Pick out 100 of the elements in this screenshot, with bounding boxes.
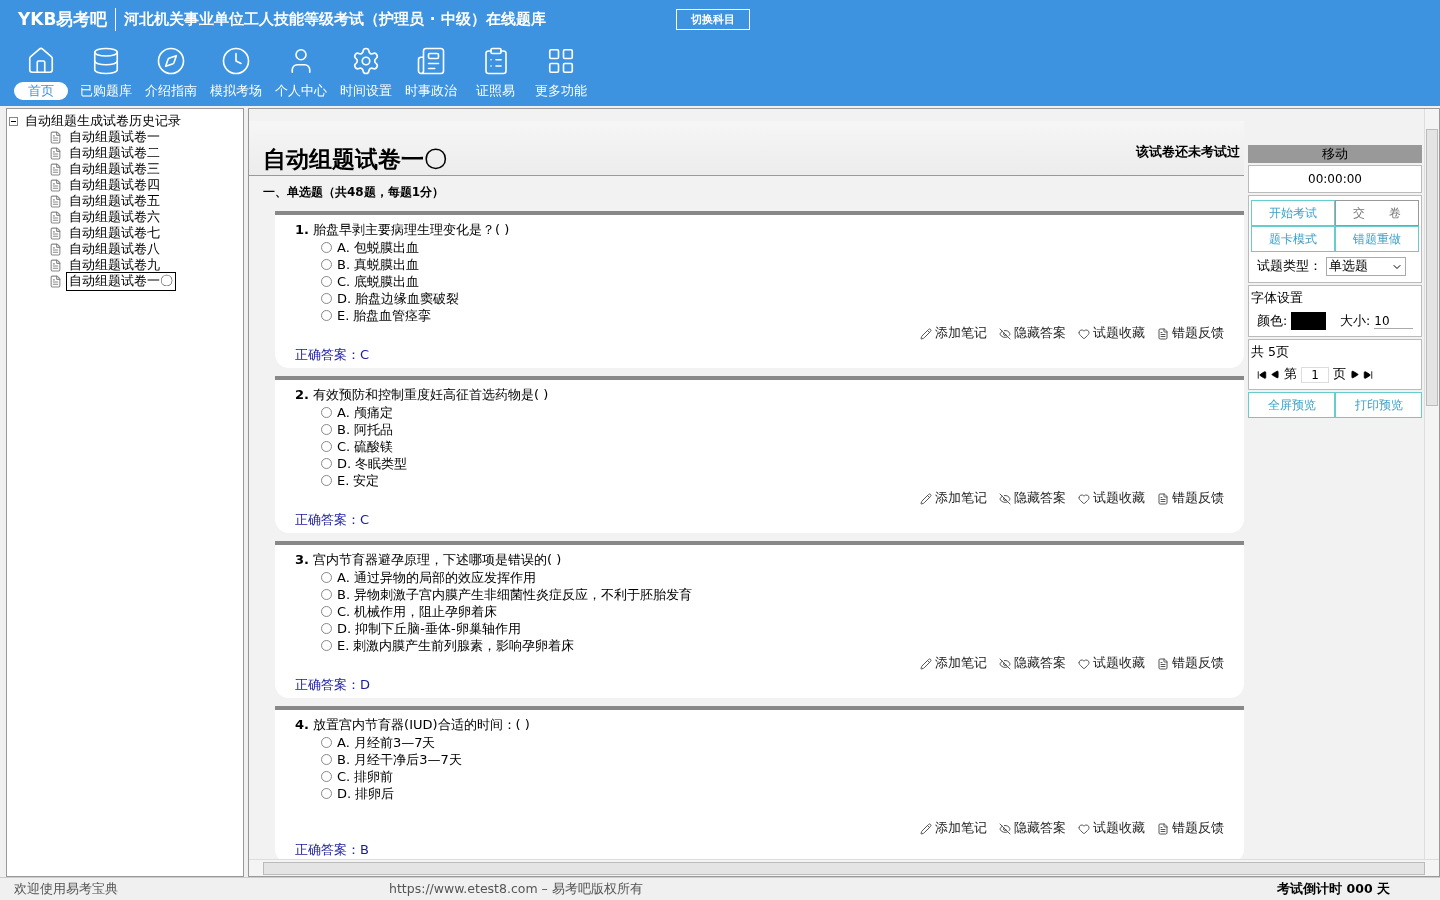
question-text: 3. 宫内节育器避孕原理，下述哪项是错误的( ) [295, 552, 562, 567]
document-icon [1157, 657, 1169, 670]
radio-button[interactable] [321, 407, 332, 418]
document-icon [49, 162, 62, 176]
question-text: 2. 有效预防和控制重度妊高征首选药物是( ) [295, 387, 549, 402]
document-icon [49, 242, 62, 256]
panel-button[interactable]: 交 卷 [1335, 200, 1419, 226]
document-icon [49, 146, 62, 160]
radio-button[interactable] [321, 589, 332, 600]
document-icon [49, 178, 62, 192]
vertical-scrollbar[interactable] [1424, 109, 1439, 859]
radio-button[interactable] [321, 640, 332, 651]
last-page-icon[interactable] [1363, 369, 1373, 380]
tree-item[interactable]: 自动组题试卷一〇 [66, 271, 176, 291]
option-text: D. 冬眠类型 [337, 454, 408, 473]
clock-icon[interactable] [220, 46, 251, 76]
radio-button[interactable] [321, 293, 332, 304]
radio-button[interactable] [321, 242, 332, 253]
app-logo: YKB易考吧 [18, 7, 117, 31]
heart-icon [1078, 822, 1090, 835]
radio-button[interactable] [321, 572, 332, 583]
type-select[interactable]: 单选题 [1326, 257, 1406, 276]
correct-answer: 正确答案：C [295, 346, 371, 364]
size-field[interactable]: 10 [1374, 313, 1413, 329]
action-link[interactable]: 错题反馈 [1157, 490, 1224, 507]
document-icon [49, 210, 62, 224]
color-swatch[interactable] [1291, 312, 1327, 330]
color-label: 颜色: [1257, 312, 1288, 330]
document-icon [49, 226, 62, 240]
option-text: A. 月经前3—7天 [337, 733, 436, 752]
option-text: A. 通过异物的局部的效应发挥作用 [337, 568, 536, 587]
group-title: 字体设置 [1251, 290, 1304, 307]
action-link[interactable]: 试题收藏 [1078, 325, 1145, 342]
radio-button[interactable] [321, 458, 332, 469]
radio-button[interactable] [321, 276, 332, 287]
option-text: B. 月经干净后3—7天 [337, 750, 462, 769]
next-page-icon[interactable] [1350, 370, 1359, 379]
action-link[interactable]: 试题收藏 [1078, 820, 1145, 837]
option-text: B. 异物刺激子宫内膜产生非细菌性炎症反应，不利于胚胎发育 [337, 585, 693, 604]
document-icon [1157, 822, 1169, 835]
action-link[interactable]: 试题收藏 [1078, 490, 1145, 507]
document-icon [49, 130, 62, 144]
option-text: A. 颅痛定 [337, 403, 393, 422]
newspaper-icon[interactable] [415, 46, 446, 76]
page-suffix: 页 [1333, 366, 1346, 383]
toolbar-item[interactable]: 首页 [13, 82, 68, 100]
panel-title-bar[interactable]: 移动 [1248, 145, 1422, 163]
action-link[interactable]: 隐藏答案 [999, 490, 1066, 507]
eye-icon [999, 657, 1011, 670]
action-link[interactable]: 添加笔记 [920, 820, 987, 837]
first-page-icon[interactable] [1257, 369, 1267, 380]
option-text: B. 真蜕膜出血 [337, 255, 420, 274]
heart-icon [1078, 327, 1090, 340]
action-link[interactable]: 隐藏答案 [999, 655, 1066, 672]
copyright-text: https://www.etest8.com – 易考吧版权所有 [388, 880, 644, 898]
option-text: E. 安定 [337, 471, 380, 490]
action-link[interactable]: 错题反馈 [1157, 325, 1224, 342]
pencil-icon [920, 822, 932, 835]
welcome-text: 欢迎使用易考宝典 [13, 880, 119, 898]
pencil-icon [920, 657, 932, 670]
prev-page-icon[interactable] [1271, 370, 1280, 379]
pencil-icon [920, 492, 932, 505]
radio-button[interactable] [321, 771, 332, 782]
radio-button[interactable] [321, 310, 332, 321]
action-link[interactable]: 试题收藏 [1078, 655, 1145, 672]
radio-button[interactable] [321, 441, 332, 452]
option-text: E. 刺激内膜产生前列腺素，影响孕卵着床 [337, 636, 575, 655]
option-text: D. 胎盘边缘血窦破裂 [337, 289, 460, 308]
paper-title: 自动组题试卷一〇 [263, 145, 447, 174]
timer-text: 00:00:00 [1307, 171, 1363, 188]
page-field[interactable]: 1 [1301, 366, 1329, 383]
action-link[interactable]: 错题反馈 [1157, 820, 1224, 837]
action-link[interactable]: 错题反馈 [1157, 655, 1224, 672]
heart-icon [1078, 657, 1090, 670]
option-text: B. 阿托品 [337, 420, 394, 439]
radio-button[interactable] [321, 788, 332, 799]
action-link[interactable]: 隐藏答案 [999, 820, 1066, 837]
option-text: C. 底蜕膜出血 [337, 272, 420, 291]
window-title: 河北机关事业单位工人技能等级考试（护理员 · 中级）在线题库 [124, 9, 547, 29]
heart-icon [1078, 492, 1090, 505]
compass-icon[interactable] [155, 46, 186, 76]
collapse-toggle-icon[interactable] [9, 116, 18, 126]
radio-button[interactable] [321, 606, 332, 617]
option-text: E. 胎盘血管痉挛 [337, 306, 432, 325]
radio-button[interactable] [321, 424, 332, 435]
action-link[interactable]: 隐藏答案 [999, 325, 1066, 342]
radio-button[interactable] [321, 259, 332, 270]
horizontal-scrollbar[interactable] [249, 859, 1439, 876]
action-link[interactable]: 添加笔记 [920, 490, 987, 507]
action-link[interactable]: 添加笔记 [920, 655, 987, 672]
radio-button[interactable] [321, 754, 332, 765]
correct-answer: 正确答案：C [295, 511, 371, 529]
document-icon [1157, 327, 1169, 340]
option-text: C. 排卵前 [337, 767, 394, 786]
option-text: D. 抑制下丘脑-垂体-卵巢轴作用 [337, 619, 521, 638]
radio-button[interactable] [321, 623, 332, 634]
action-link[interactable]: 添加笔记 [920, 325, 987, 342]
radio-button[interactable] [321, 475, 332, 486]
section-heading: 一、单选题（共48题，每题1分） [262, 184, 446, 201]
radio-button[interactable] [321, 737, 332, 748]
